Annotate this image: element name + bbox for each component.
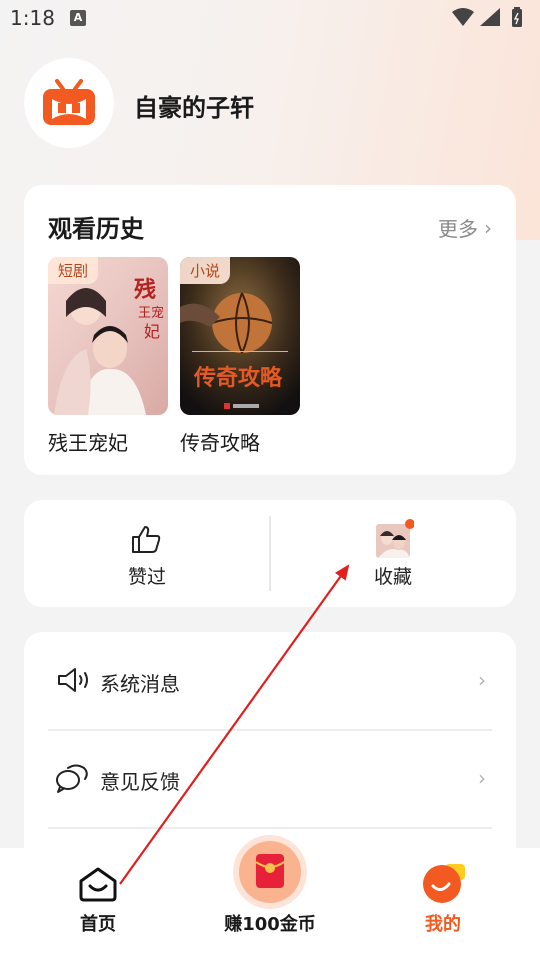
tab-label: 我的 <box>425 914 461 935</box>
menu-item-system-messages[interactable]: 系统消息 › <box>48 632 492 730</box>
status-icons <box>452 7 522 27</box>
chevron-right-icon: › <box>478 766 486 790</box>
menu-item-feedback[interactable]: 意见反馈 › <box>48 730 492 828</box>
speaker-icon <box>58 668 88 692</box>
profile-icon <box>423 864 465 903</box>
svg-text:妃: 妃 <box>144 322 160 341</box>
wifi-icon <box>452 8 474 26</box>
avatar[interactable] <box>24 58 114 148</box>
home-icon <box>79 867 117 902</box>
history-more-label: 更多 <box>438 217 478 241</box>
svg-text:王宠: 王宠 <box>138 305 164 321</box>
tv-logo-icon <box>43 79 95 125</box>
watch-history-card: 观看历史 更多 › 残 王宠 妃 短剧 残王宠妃 传奇攻略 小说 传奇攻略 <box>24 185 516 475</box>
history-item-title[interactable]: 残王宠妃 <box>48 427 128 456</box>
history-item-poster[interactable]: 残 王宠 妃 短剧 <box>48 257 168 415</box>
liked-label: 赞过 <box>127 566 166 588</box>
menu-item-label: 系统消息 <box>100 672 180 696</box>
content-type-tag: 短剧 <box>48 257 99 284</box>
notification-badge: A <box>70 10 86 26</box>
menu-item-label: 意见反馈 <box>100 770 180 794</box>
status-time: 1:18 <box>10 6 55 30</box>
history-more-link[interactable]: 更多 › <box>438 213 492 242</box>
red-envelope-icon <box>233 835 307 909</box>
username: 自豪的子轩 <box>134 94 254 122</box>
favorites-button[interactable]: 收藏 <box>270 500 516 607</box>
thumbs-up-icon <box>132 526 161 553</box>
chat-bubbles-icon <box>56 764 88 793</box>
tab-earn-coins[interactable]: 赚100金币 <box>180 835 360 960</box>
profile-header[interactable]: 自豪的子轩 <box>24 58 504 150</box>
tab-label: 首页 <box>80 914 116 935</box>
battery-icon <box>512 9 522 27</box>
chevron-right-icon: › <box>484 215 492 240</box>
actions-card: 赞过 收藏 <box>24 500 516 607</box>
chevron-right-icon: › <box>478 668 486 692</box>
svg-text:传奇攻略: 传奇攻略 <box>193 365 283 391</box>
liked-button[interactable]: 赞过 <box>24 500 270 607</box>
history-title: 观看历史 <box>48 215 144 243</box>
tab-home[interactable]: 首页 <box>8 848 188 960</box>
history-item-poster[interactable]: 传奇攻略 小说 <box>180 257 300 415</box>
svg-text:残: 残 <box>134 277 156 303</box>
cell-signal-icon <box>480 8 500 26</box>
favorites-label: 收藏 <box>373 566 412 588</box>
status-bar: 1:18 A <box>0 0 540 36</box>
history-item-title[interactable]: 传奇攻略 <box>180 427 260 456</box>
tab-label: 赚100金币 <box>224 914 316 935</box>
divider <box>48 827 492 829</box>
tab-profile[interactable]: 我的 <box>353 848 533 960</box>
content-type-tag: 小说 <box>180 257 231 284</box>
bottom-tab-bar: 首页 赚100金币 我的 <box>0 835 540 960</box>
favorites-thumbnail <box>376 519 414 558</box>
